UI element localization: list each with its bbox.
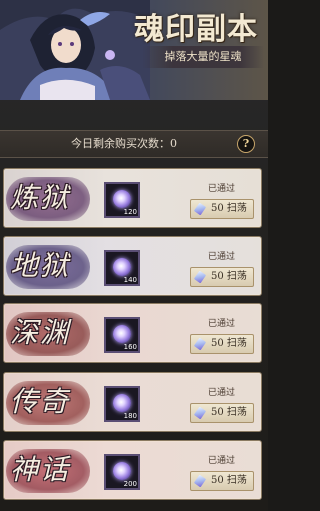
sweep-button[interactable]: 50 扫荡 <box>190 471 254 491</box>
reward-quantity: 200 <box>123 480 137 488</box>
reward-quantity: 120 <box>123 208 137 216</box>
sweep-button[interactable]: 50 扫荡 <box>190 199 254 219</box>
star-soul-icon <box>113 462 131 480</box>
cleared-status: 已通过 <box>208 319 236 329</box>
dungeon-name: 深渊 <box>10 316 71 349</box>
dungeon-card-legend[interactable]: 传奇 180 已通过 50 扫荡 <box>3 372 262 432</box>
sweep-button-label: 50 扫荡 <box>211 203 247 214</box>
crystal-icon <box>193 406 207 420</box>
sweep-button-label: 50 扫荡 <box>211 407 247 418</box>
character-portrait <box>0 0 150 100</box>
star-soul-icon <box>113 325 131 343</box>
remaining-purchases-text: 今日剩余购买次数：0 <box>71 137 177 150</box>
star-soul-icon <box>113 394 131 412</box>
dungeon-card-purgatory[interactable]: 炼狱 120 已通过 50 扫荡 <box>3 168 262 228</box>
dungeon-name: 地狱 <box>10 249 71 282</box>
soul-seal-dungeon-screen: 魂印副本 掉落大量的星魂 今日剩余购买次数：0 ? 炼狱 120 已通过 50 … <box>0 0 268 511</box>
crystal-icon <box>193 270 207 284</box>
dungeon-card-hell[interactable]: 地狱 140 已通过 50 扫荡 <box>3 236 262 296</box>
cleared-status: 已通过 <box>208 388 236 398</box>
sweep-button-label: 50 扫荡 <box>211 338 247 349</box>
page-subtitle: 掉落大量的星魂 <box>142 46 264 68</box>
star-soul-icon <box>113 190 131 208</box>
reward-item-slot[interactable]: 140 <box>104 250 140 286</box>
sweep-button-label: 50 扫荡 <box>211 475 247 486</box>
sweep-button-label: 50 扫荡 <box>211 271 247 282</box>
help-question-icon[interactable]: ? <box>237 135 255 153</box>
crystal-icon <box>193 337 207 351</box>
sweep-button[interactable]: 50 扫荡 <box>190 334 254 354</box>
reward-item-slot[interactable]: 180 <box>104 386 140 422</box>
page-title: 魂印副本 <box>134 12 258 47</box>
header-banner: 魂印副本 掉落大量的星魂 <box>0 0 268 100</box>
dungeon-card-abyss[interactable]: 深渊 160 已通过 50 扫荡 <box>3 303 262 363</box>
crystal-icon <box>193 202 207 216</box>
purchase-count-bar: 今日剩余购买次数：0 ? <box>0 130 268 158</box>
cleared-status: 已通过 <box>208 252 236 262</box>
reward-item-slot[interactable]: 200 <box>104 454 140 490</box>
reward-item-slot[interactable]: 160 <box>104 317 140 353</box>
reward-quantity: 160 <box>123 343 137 351</box>
dungeon-name: 炼狱 <box>10 181 71 214</box>
reward-quantity: 180 <box>123 412 137 420</box>
cleared-status: 已通过 <box>208 456 236 466</box>
cleared-status: 已通过 <box>208 184 236 194</box>
star-soul-icon <box>113 258 131 276</box>
dungeon-card-myth[interactable]: 神话 200 已通过 50 扫荡 <box>3 440 262 500</box>
dungeon-name: 神话 <box>10 453 71 486</box>
crystal-icon <box>193 474 207 488</box>
sweep-button[interactable]: 50 扫荡 <box>190 267 254 287</box>
reward-quantity: 140 <box>123 276 137 284</box>
dungeon-name: 传奇 <box>10 385 71 418</box>
sweep-button[interactable]: 50 扫荡 <box>190 403 254 423</box>
reward-item-slot[interactable]: 120 <box>104 182 140 218</box>
